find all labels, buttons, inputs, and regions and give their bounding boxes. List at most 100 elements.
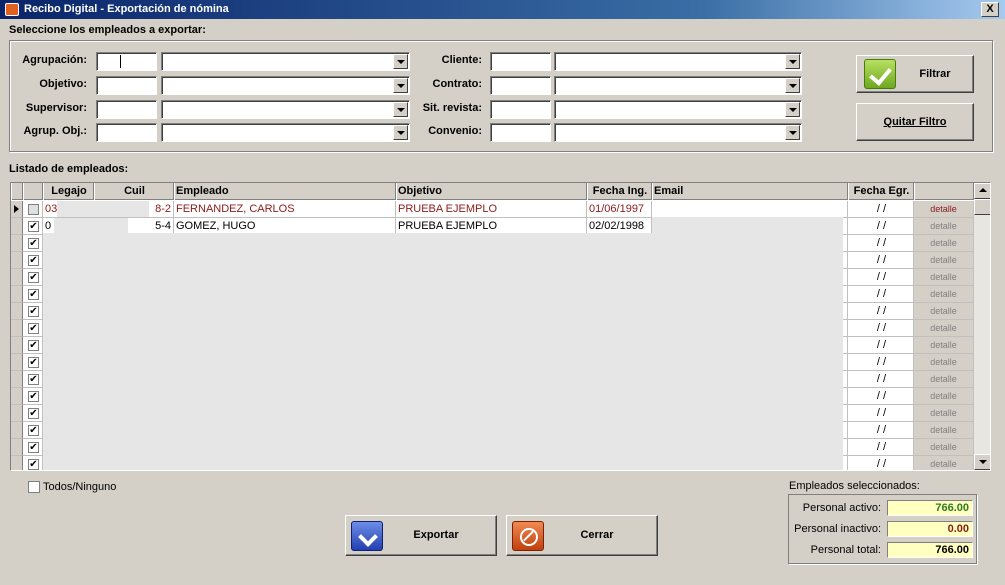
header-legajo[interactable]: Legajo [43,183,94,200]
scroll-up-button[interactable] [974,183,990,199]
row-checkbox[interactable]: ✔ [28,408,39,419]
row-select-cell[interactable]: ✔ [23,286,43,303]
detalle-link[interactable]: detalle [914,218,974,235]
row-select-cell[interactable]: ✔ [23,337,43,354]
text-caret [120,55,121,68]
header-fecha-egr[interactable]: Fecha Egr. [848,183,914,200]
filter-dropdown[interactable] [161,52,410,71]
detalle-link[interactable]: detalle [914,439,974,456]
row-select-cell[interactable]: ✔ [23,405,43,422]
detalle-link[interactable]: detalle [914,201,974,218]
row-select-cell[interactable]: ✔ [23,235,43,252]
detalle-link[interactable]: detalle [914,303,974,320]
filter-code-input[interactable] [96,123,157,142]
filter-code-input[interactable] [490,100,551,119]
header-fecha-ing[interactable]: Fecha Ing. [587,183,652,200]
row-checkbox[interactable]: ✔ [28,459,39,470]
row-checkbox[interactable]: ✔ [28,255,39,266]
row-checkbox[interactable]: ✔ [28,357,39,368]
row-checkbox[interactable]: ✔ [28,238,39,249]
vertical-scrollbar[interactable] [974,183,990,470]
header-email[interactable]: Email [652,183,848,200]
cell-fecha-egr: / / [848,456,914,470]
filter-label: Sit. revista: [422,102,482,114]
list-heading: Listado de empleados: [9,163,129,175]
select-all-checkbox[interactable] [28,481,40,493]
header-empleado[interactable]: Empleado [174,183,396,200]
row-checkbox[interactable]: ✔ [28,374,39,385]
filter-code-input[interactable] [96,76,157,95]
row-indicator [11,269,23,286]
row-checkbox[interactable]: ✔ [28,442,39,453]
chevron-down-icon[interactable] [785,78,800,93]
detalle-link[interactable]: detalle [914,337,974,354]
detalle-link[interactable]: detalle [914,405,974,422]
active-value: 766.00 [887,500,973,516]
filter-dropdown[interactable] [161,100,410,119]
detalle-link[interactable]: detalle [914,269,974,286]
summary-heading: Empleados seleccionados: [789,480,920,492]
table-row[interactable]: 03 8-2 FERNANDEZ, CARLOS PRUEBA EJEMPLO 01/0… [11,201,974,218]
detalle-link[interactable]: detalle [914,456,974,470]
redacted-area [43,233,843,470]
row-select-cell[interactable]: ✔ [23,252,43,269]
row-checkbox[interactable]: ✔ [28,391,39,402]
filter-dropdown[interactable] [161,123,410,142]
scroll-down-button[interactable] [974,454,990,470]
cell-fecha-egr: / / [848,439,914,456]
row-select-cell[interactable]: ✔ [23,422,43,439]
row-select-cell[interactable]: ✔ [23,388,43,405]
row-checkbox[interactable]: ✔ [28,306,39,317]
header-cuil[interactable]: Cuil [94,183,174,200]
detalle-link[interactable]: detalle [914,388,974,405]
row-checkbox[interactable]: ✔ [28,340,39,351]
detalle-link[interactable]: detalle [914,252,974,269]
filter-button[interactable]: Filtrar [856,55,974,93]
scroll-thumb[interactable] [974,199,990,215]
row-checkbox[interactable]: ✔ [28,425,39,436]
clear-filter-button[interactable]: Quitar Filtro [856,103,974,141]
row-select-cell[interactable]: ✔ [23,354,43,371]
row-indicator [11,320,23,337]
filter-dropdown[interactable] [161,76,410,95]
row-checkbox[interactable]: ✔ [28,272,39,283]
row-checkbox[interactable]: ✔ [28,289,39,300]
row-indicator [11,286,23,303]
filter-label: Supervisor: [25,102,87,114]
export-button[interactable]: Exportar [345,515,497,556]
filter-code-input[interactable] [490,52,551,71]
row-indicator [11,405,23,422]
chevron-down-icon[interactable] [785,54,800,69]
employee-grid[interactable]: Legajo Cuil Empleado Objetivo Fecha Ing.… [10,182,991,471]
filter-code-input[interactable] [490,76,551,95]
header-objetivo[interactable]: Objetivo [396,183,587,200]
filter-code-input[interactable] [96,100,157,119]
chevron-down-icon[interactable] [785,102,800,117]
row-checkbox[interactable]: ✔ [28,323,39,334]
close-button[interactable]: Cerrar [506,515,658,556]
filter-dropdown[interactable] [554,123,802,142]
row-select-cell[interactable]: ✔ [23,269,43,286]
row-select-cell[interactable]: ✔ [23,303,43,320]
filter-code-input[interactable] [96,52,157,71]
detalle-link[interactable]: detalle [914,320,974,337]
filter-dropdown[interactable] [554,100,802,119]
filter-code-input[interactable] [490,123,551,142]
filter-dropdown[interactable] [554,76,802,95]
filter-dropdown[interactable] [554,52,802,71]
row-select-cell[interactable]: ✔ [23,218,43,235]
chevron-down-icon[interactable] [785,125,800,140]
row-select-cell[interactable]: ✔ [23,439,43,456]
detalle-link[interactable]: detalle [914,371,974,388]
row-select-cell[interactable]: ✔ [23,371,43,388]
row-select-cell[interactable]: ✔ [23,456,43,470]
row-checkbox[interactable]: ✔ [28,221,39,232]
detalle-link[interactable]: detalle [914,235,974,252]
window-close-button[interactable]: X [981,2,999,17]
detalle-link[interactable]: detalle [914,422,974,439]
detalle-link[interactable]: detalle [914,286,974,303]
row-select-cell[interactable] [23,201,43,218]
row-checkbox[interactable] [28,204,39,215]
row-select-cell[interactable]: ✔ [23,320,43,337]
detalle-link[interactable]: detalle [914,354,974,371]
